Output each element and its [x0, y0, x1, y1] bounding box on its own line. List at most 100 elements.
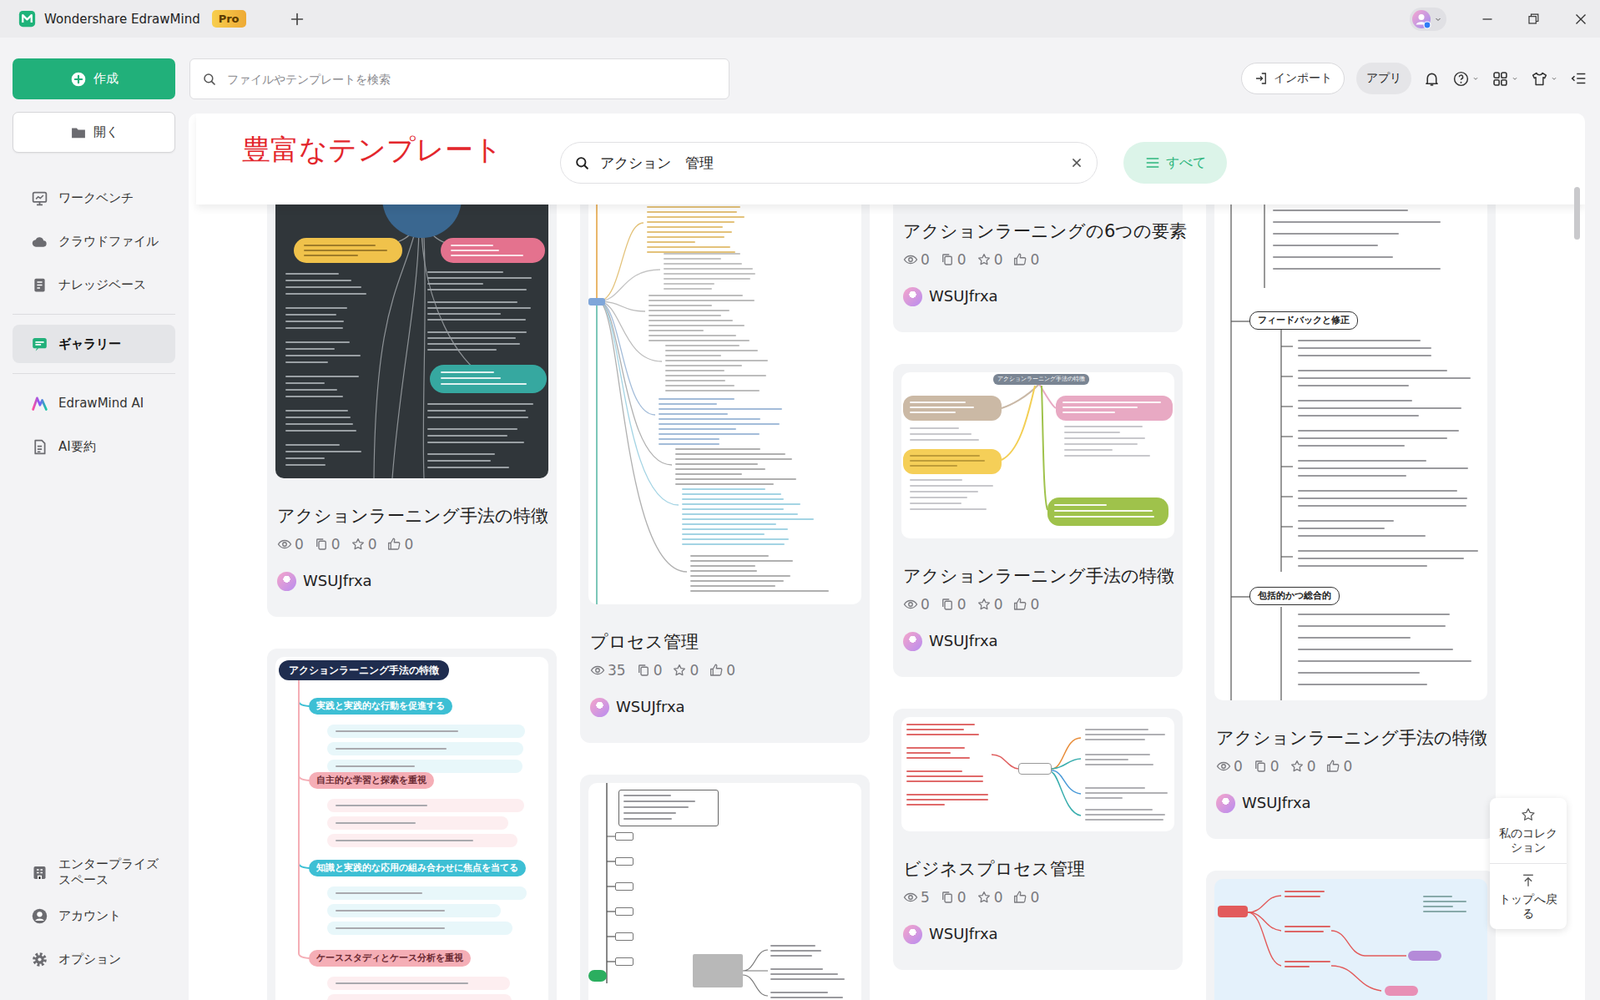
caret-down-icon	[1433, 14, 1444, 25]
sidebar-item-label: ナレッジベース	[58, 277, 147, 293]
sidebar-item[interactable]: EdrawMind AI	[12, 383, 176, 423]
template-title[interactable]: アクションラーニング手法の特徴	[1216, 725, 1488, 751]
template-author[interactable]: WSUJfrxa	[1216, 790, 1488, 831]
stat-count: 0	[653, 657, 663, 683]
my-collection-button[interactable]: 私のコレクション	[1489, 797, 1567, 864]
author-name[interactable]: WSUJfrxa	[615, 694, 686, 720]
template-card[interactable]: プロセス管理35000WSUJfrxa	[580, 204, 870, 743]
theme-button[interactable]	[1530, 70, 1559, 88]
stat-views: 5	[903, 884, 930, 910]
sidebar-item[interactable]: クラウドファイル	[12, 222, 176, 261]
stat-stars: 0	[1289, 753, 1317, 779]
open-button[interactable]: 開く	[12, 111, 176, 153]
template-thumbnail[interactable]	[275, 204, 549, 479]
template-thumbnail[interactable]	[1214, 878, 1488, 1000]
minimize-icon[interactable]	[1478, 10, 1497, 29]
apps-grid-button[interactable]	[1491, 70, 1520, 88]
author-name[interactable]: WSUJfrxa	[928, 283, 999, 309]
author-name[interactable]: WSUJfrxa	[928, 921, 999, 947]
search-input[interactable]	[225, 71, 717, 87]
stat-count: 0	[957, 884, 967, 910]
import-button[interactable]: インポート	[1241, 62, 1345, 95]
collapse-menu-button[interactable]	[1569, 69, 1589, 88]
stat-count: 0	[957, 591, 967, 617]
template-author[interactable]: WSUJfrxa	[277, 568, 549, 609]
template-card[interactable]: アクションラーニング手法の特徴アクションラーニング手法の特徴0000WSUJfr…	[893, 363, 1183, 677]
stat-stars: 0	[976, 884, 1004, 910]
stat-likes: 0	[1012, 884, 1040, 910]
template-title[interactable]: アクションラーニング手法の特徴	[277, 503, 549, 529]
template-card[interactable]: ビジネスプロセス管理5000WSUJfrxa	[893, 708, 1183, 970]
toolbar: インポートアプリ	[188, 37, 1600, 114]
sidebar-item[interactable]: オプション	[12, 939, 176, 979]
search-field[interactable]	[189, 58, 730, 100]
template-title[interactable]: アクションラーニングの6つの要素	[903, 218, 1175, 244]
close-icon[interactable]	[1571, 10, 1590, 29]
template-author[interactable]: WSUJfrxa	[903, 628, 1175, 669]
sidebar-item[interactable]: ギャラリー	[12, 324, 176, 364]
stat-count: 35	[607, 657, 626, 683]
template-author[interactable]: WSUJfrxa	[590, 694, 862, 735]
stat-count: 0	[403, 531, 414, 557]
sidebar-item[interactable]: ナレッジベース	[12, 265, 176, 304]
likes-thumb-icon	[708, 662, 724, 678]
author-avatar-icon	[1216, 793, 1236, 813]
restore-icon[interactable]	[1524, 10, 1542, 28]
template-title[interactable]: プロセス管理	[590, 629, 862, 655]
clear-button[interactable]	[1068, 154, 1086, 172]
stat-copies: 0	[635, 657, 663, 683]
template-thumbnail[interactable]: アクションラーニング手法の特徴	[901, 372, 1175, 539]
template-stats: 35000	[590, 657, 862, 683]
stat-views: 35	[590, 657, 626, 683]
template-card[interactable]: フィードバックと修正包括的かつ総合的アクションラーニング手法の特徴0000WSU…	[1206, 204, 1496, 839]
template-search-input[interactable]	[598, 153, 1060, 172]
template-title[interactable]: ビジネスプロセス管理	[903, 856, 1175, 882]
template-search[interactable]	[560, 141, 1098, 184]
back-to-top-button[interactable]: トップへ戻る	[1489, 863, 1567, 929]
knowledge-base-icon	[30, 276, 49, 294]
notifications-button[interactable]	[1423, 70, 1441, 88]
sidebar-item[interactable]: ワークベンチ	[12, 178, 176, 218]
template-card[interactable]: アクションラーニング手法の特徴0000 WSUJfrxa	[267, 204, 557, 617]
scrollbar-thumb[interactable]	[1574, 186, 1580, 240]
template-thumbnail[interactable]	[588, 782, 862, 1000]
template-card[interactable]	[1206, 870, 1496, 1000]
template-thumbnail[interactable]	[588, 204, 862, 605]
template-card[interactable]	[580, 774, 870, 1000]
author-avatar-icon	[590, 697, 610, 717]
new-tab-plus-icon[interactable]	[287, 10, 307, 29]
template-author[interactable]: WSUJfrxa	[903, 921, 1175, 962]
ai-summary-icon	[30, 438, 49, 456]
workbench-icon	[30, 189, 49, 207]
stat-likes: 0	[1325, 753, 1353, 779]
views-eye-icon	[903, 889, 919, 905]
template-thumbnail[interactable]: フィードバックと修正包括的かつ総合的	[1214, 204, 1488, 701]
edrawmind-logo-icon	[18, 10, 36, 28]
account-icon	[30, 907, 49, 925]
template-thumbnail[interactable]: アクションラーニング手法の特徴実践と実践的な行動を促進する自主的な学習と探索を重…	[275, 656, 549, 1000]
stat-likes: 0	[1012, 591, 1040, 617]
filter-button[interactable]: すべて	[1123, 141, 1227, 184]
template-thumbnail[interactable]	[901, 716, 1175, 832]
help-button[interactable]	[1452, 70, 1480, 88]
template-card[interactable]: アクションラーニングの6つの要素0000WSUJfrxa	[893, 204, 1183, 333]
sidebar-item[interactable]: アカウント	[12, 896, 176, 935]
author-name[interactable]: WSUJfrxa	[928, 628, 999, 654]
likes-thumb-icon	[1012, 889, 1028, 905]
user-menu[interactable]	[1409, 7, 1447, 31]
filter-label: すべて	[1165, 154, 1207, 172]
template-author[interactable]: WSUJfrxa	[903, 283, 1175, 324]
template-stats: 0000	[903, 591, 1175, 617]
sidebar-item[interactable]: エンタープライズスペース	[12, 852, 176, 892]
author-avatar-icon	[903, 924, 923, 944]
author-name[interactable]: WSUJfrxa	[1241, 790, 1312, 816]
sidebar-item[interactable]: AI要約	[12, 427, 176, 466]
apps-button[interactable]: アプリ	[1356, 62, 1412, 95]
template-title[interactable]: アクションラーニング手法の特徴	[903, 563, 1175, 589]
gallery-icon	[30, 335, 49, 354]
stat-count: 0	[1233, 753, 1243, 779]
author-name[interactable]: WSUJfrxa	[302, 568, 373, 594]
create-button[interactable]: 作成	[12, 58, 176, 100]
template-stats: 0000	[277, 531, 549, 557]
template-card[interactable]: アクションラーニング手法の特徴実践と実践的な行動を促進する自主的な学習と探索を重…	[267, 648, 557, 1000]
